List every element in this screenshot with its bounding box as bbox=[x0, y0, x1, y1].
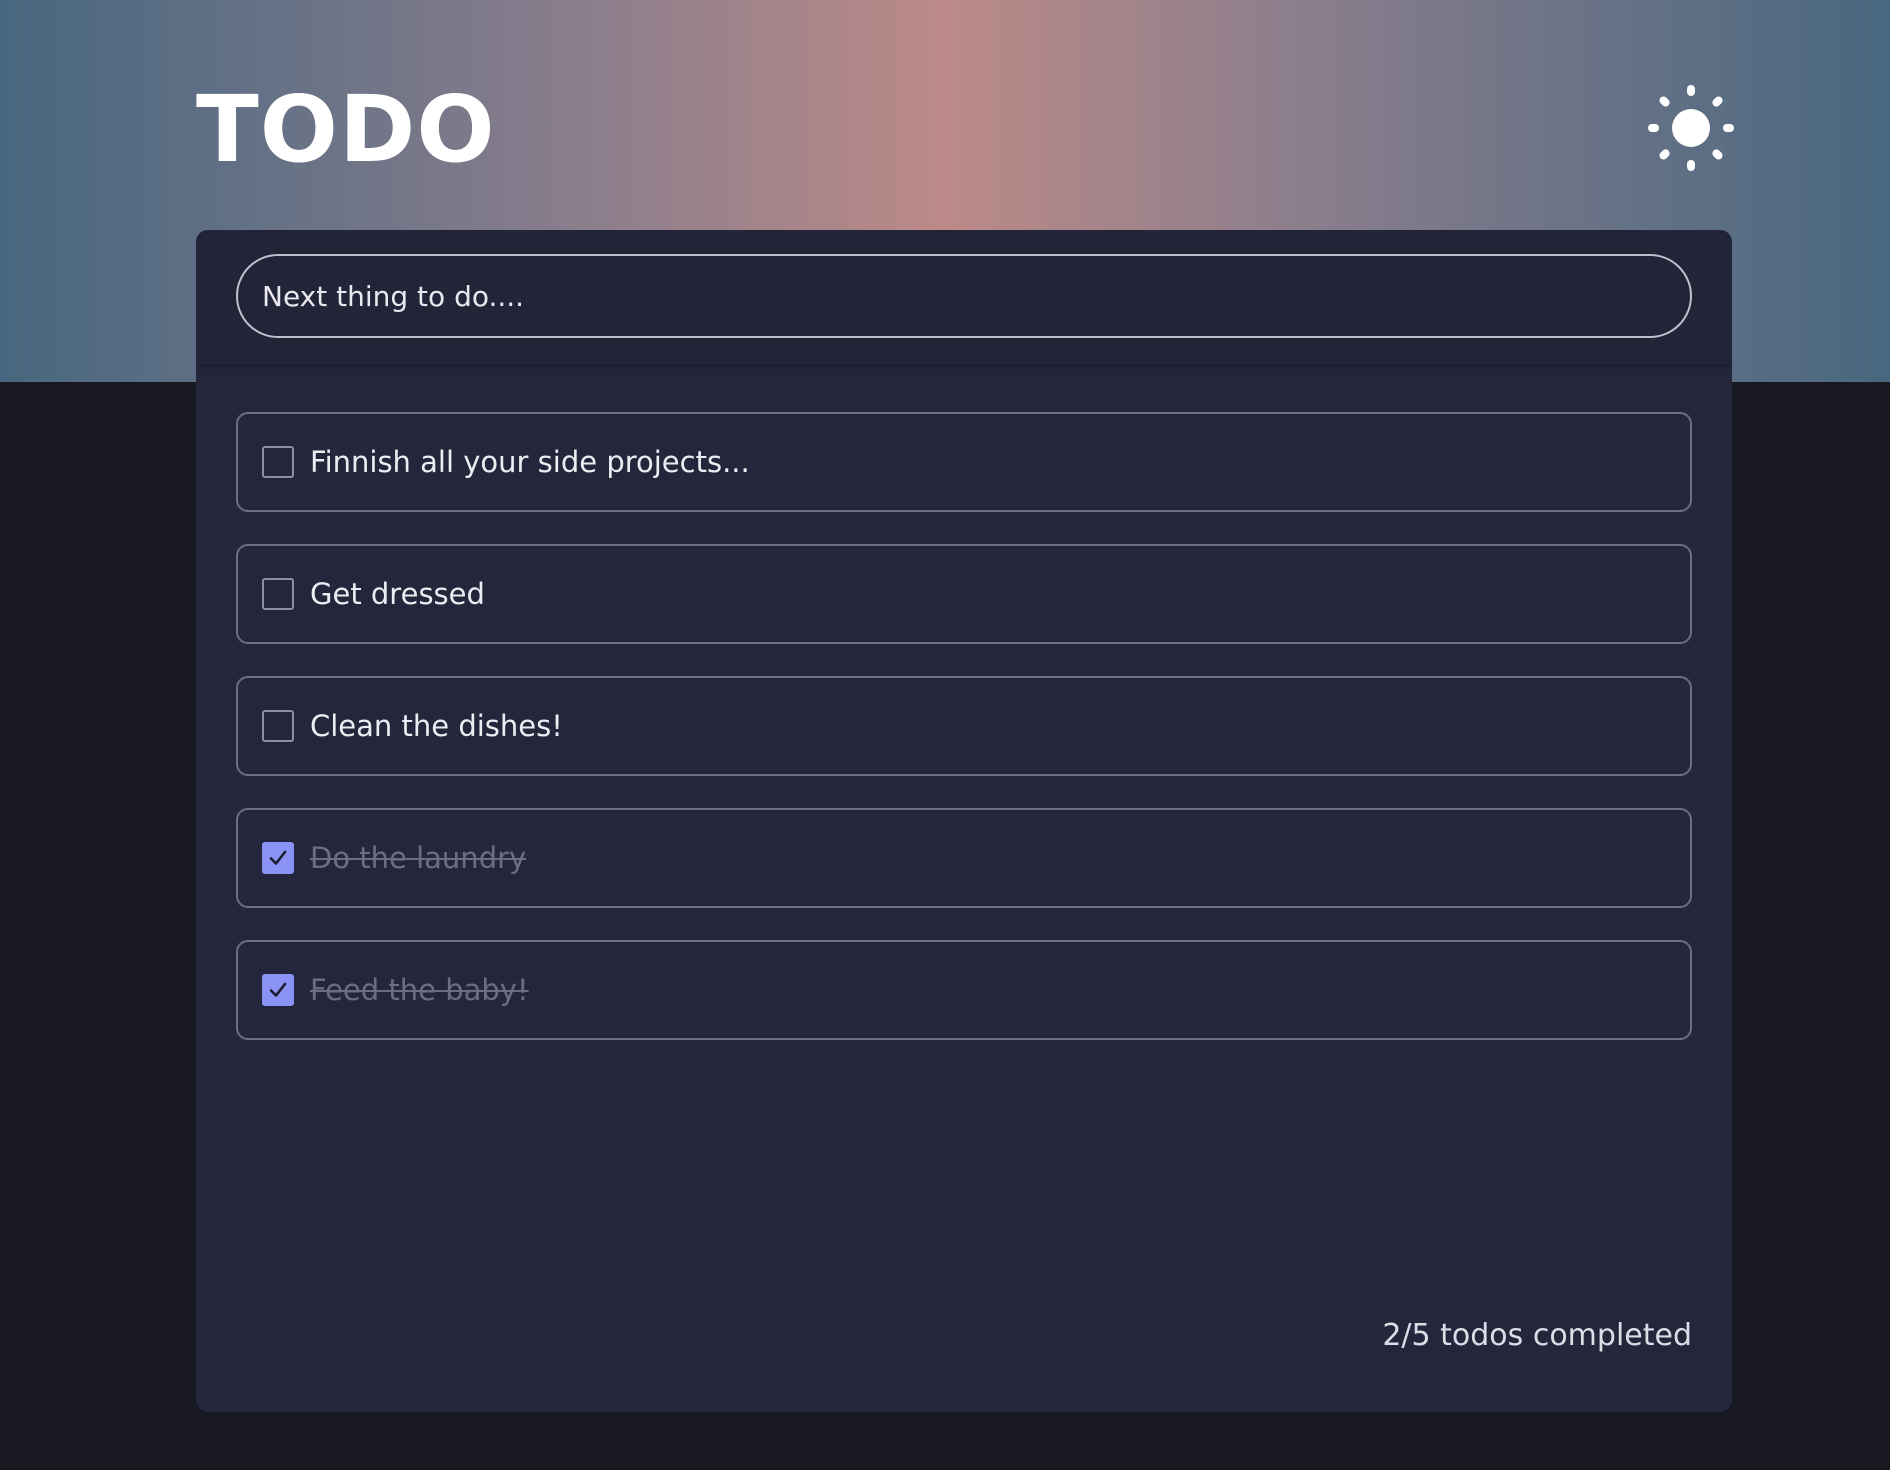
todo-text: Clean the dishes! bbox=[310, 709, 563, 743]
todo-list: Finnish all your side projects... Get dr… bbox=[236, 412, 1692, 1072]
todo-checkbox[interactable] bbox=[262, 710, 294, 742]
completed-count: 2/5 todos completed bbox=[1382, 1318, 1692, 1353]
checkmark-icon bbox=[269, 982, 287, 997]
app-title: TODO bbox=[196, 76, 496, 183]
checkmark-icon bbox=[269, 850, 287, 865]
todo-item[interactable]: Finnish all your side projects... bbox=[236, 412, 1692, 512]
todo-item[interactable]: Do the laundry bbox=[236, 808, 1692, 908]
todo-checkbox[interactable] bbox=[262, 842, 294, 874]
todo-text: Do the laundry bbox=[310, 841, 527, 875]
todo-text: Feed the baby! bbox=[310, 973, 529, 1007]
todo-checkbox[interactable] bbox=[262, 578, 294, 610]
todo-checkbox[interactable] bbox=[262, 446, 294, 478]
new-todo-bar bbox=[196, 230, 1732, 364]
todo-checkbox[interactable] bbox=[262, 974, 294, 1006]
todo-item[interactable]: Get dressed bbox=[236, 544, 1692, 644]
theme-toggle-button[interactable] bbox=[1647, 84, 1735, 172]
todo-card: Finnish all your side projects... Get dr… bbox=[196, 230, 1732, 1412]
todo-item[interactable]: Clean the dishes! bbox=[236, 676, 1692, 776]
new-todo-input[interactable] bbox=[236, 254, 1692, 338]
todo-text: Get dressed bbox=[310, 577, 485, 611]
todo-text: Finnish all your side projects... bbox=[310, 445, 750, 479]
todo-item[interactable]: Feed the baby! bbox=[236, 940, 1692, 1040]
sun-icon bbox=[1648, 85, 1734, 171]
